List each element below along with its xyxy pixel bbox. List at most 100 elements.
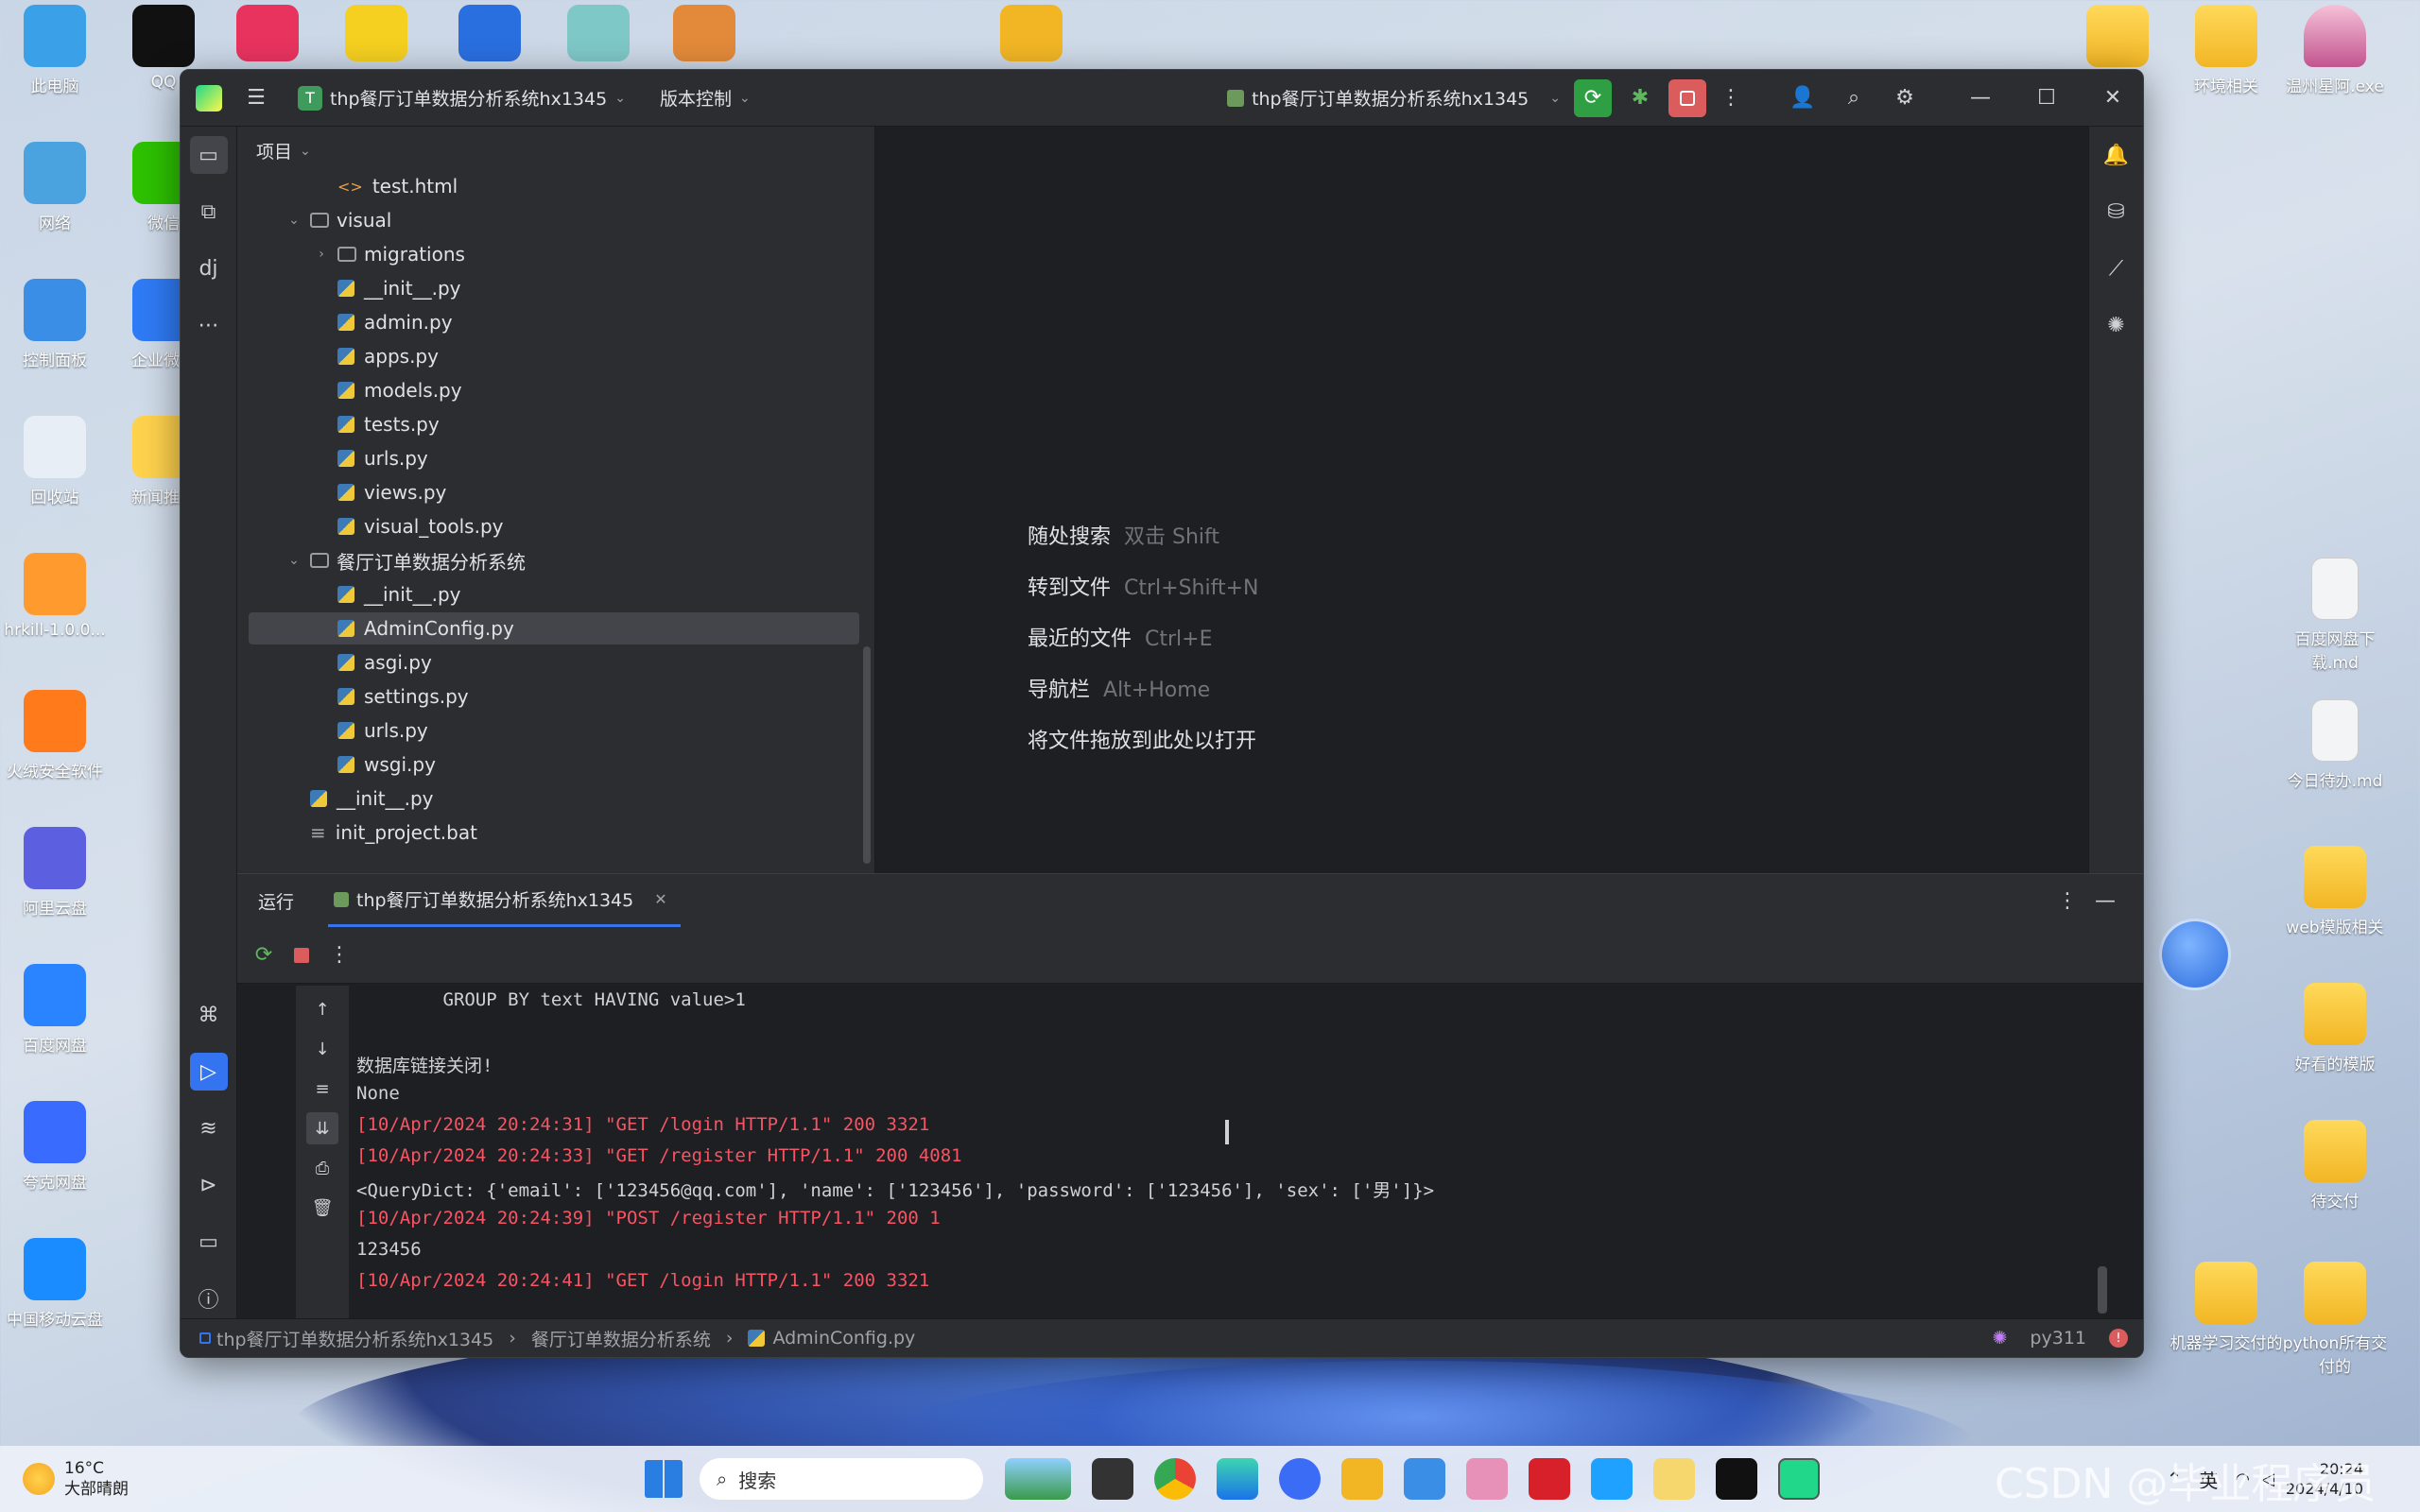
tree-folder[interactable]: › migrations xyxy=(249,238,859,270)
tree-file[interactable]: AdminConfig.py xyxy=(249,612,859,644)
error-indicator-icon[interactable]: ! xyxy=(2109,1329,2128,1348)
edge-icon[interactable] xyxy=(1217,1458,1258,1500)
scroll-up-icon[interactable]: ↑ xyxy=(306,993,338,1025)
breadcrumb-folder[interactable]: 餐厅订单数据分析系统 xyxy=(531,1326,711,1351)
services-icon[interactable]: ⊳ xyxy=(190,1166,228,1204)
close-button[interactable]: ✕ xyxy=(2094,79,2132,117)
tree-folder[interactable]: ⌄ visual xyxy=(249,204,859,236)
tree-file[interactable]: visual_tools.py xyxy=(249,510,859,542)
chevron-down-icon[interactable]: ⌄ xyxy=(285,213,302,228)
file-explorer-icon[interactable] xyxy=(1341,1458,1383,1500)
qq-icon[interactable] xyxy=(1716,1458,1757,1500)
scroll-to-end-icon[interactable]: ⇊ xyxy=(306,1112,338,1144)
django-structure-icon[interactable]: dj xyxy=(190,249,228,287)
app-icon[interactable] xyxy=(1466,1458,1508,1500)
tree-file[interactable]: __init__.py xyxy=(249,578,859,610)
more-tools-icon[interactable]: ⋯ xyxy=(190,306,228,344)
search-icon[interactable]: ⌕ xyxy=(1835,79,1873,117)
desktop-icon[interactable]: 阿里云盘 xyxy=(0,827,112,919)
taskbar-search[interactable]: ⌕ 搜索 xyxy=(700,1458,983,1500)
tree-file[interactable]: urls.py xyxy=(249,714,859,747)
desktop-icon[interactable]: 百度网盘 xyxy=(0,964,112,1056)
more-actions-icon[interactable]: ⋮ xyxy=(1712,79,1750,117)
more-options-icon[interactable]: ⋮ xyxy=(320,936,358,974)
desktop-icon[interactable]: web模版相关 xyxy=(2278,846,2392,937)
tree-file[interactable]: tests.py xyxy=(249,408,859,440)
ai-assistant-icon[interactable]: ✺ xyxy=(2098,306,2135,344)
clear-trash-icon[interactable]: 🗑 xyxy=(306,1192,338,1224)
tree-file[interactable]: models.py xyxy=(249,374,859,406)
desktop-icon[interactable]: 回收站 xyxy=(0,416,112,507)
desktop-icon[interactable]: 待交付 xyxy=(2278,1120,2392,1211)
debug-icon[interactable]: ✱ xyxy=(1621,79,1659,117)
desktop-icon[interactable]: 网络 xyxy=(0,142,112,233)
console-output[interactable]: GROUP BY text HAVING value>1 数据库链接关闭! None… xyxy=(349,986,2143,1321)
tree-file[interactable]: settings.py xyxy=(249,680,859,713)
tree-file[interactable]: views.py xyxy=(249,476,859,508)
python-console-icon[interactable]: ⌘ xyxy=(190,996,228,1034)
desktop-icon[interactable]: 环境相关 xyxy=(2169,5,2283,96)
desktop-icon[interactable]: 此电脑 xyxy=(0,5,112,96)
project-folder-icon[interactable]: ▭ xyxy=(189,136,228,174)
app-icon[interactable] xyxy=(458,5,521,61)
app-icon[interactable] xyxy=(567,5,630,61)
tree-file[interactable]: __init__.py xyxy=(249,782,859,815)
desktop-icon[interactable]: 温州星阿.exe xyxy=(2278,5,2392,96)
desktop-icon[interactable]: 好看的模版 xyxy=(2278,983,2392,1074)
close-tab-icon[interactable]: ✕ xyxy=(654,890,666,908)
problems-icon[interactable]: ⓘ xyxy=(190,1280,228,1317)
settings-gear-icon[interactable]: ⚙ xyxy=(1886,79,1924,117)
terminal-icon[interactable]: ▭ xyxy=(190,1223,228,1261)
database-icon[interactable]: ⛁ xyxy=(2098,193,2135,231)
desktop-icon[interactable]: hrkill-1.0.0... xyxy=(0,553,112,640)
console-scrollbar[interactable] xyxy=(2098,1266,2107,1314)
app-icon[interactable] xyxy=(673,5,735,61)
sciview-icon[interactable]: ⟋ xyxy=(2098,249,2135,287)
soft-wrap-icon[interactable]: ≡ xyxy=(306,1073,338,1105)
project-panel-header[interactable]: 项目 ⌄ xyxy=(256,138,311,163)
pycharm-icon[interactable] xyxy=(1778,1458,1820,1500)
tree-file[interactable]: ≡ init_project.bat xyxy=(249,816,859,849)
ai-status-icon[interactable]: ✺ xyxy=(1993,1328,2008,1349)
editor-empty-area[interactable]: 随处搜索 双击 Shift 转到文件 Ctrl+Shift+N 最近的文件 Ctrl+E 导… xyxy=(876,127,2088,930)
desktop-icon[interactable]: python所有交付的 xyxy=(2278,1262,2392,1377)
run-tab-active[interactable]: thp餐厅订单数据分析系统hx1345 ✕ xyxy=(328,874,681,927)
breadcrumb-project[interactable]: thp餐厅订单数据分析系统hx1345 xyxy=(216,1326,493,1351)
desktop-icon[interactable]: 夸克网盘 xyxy=(0,1101,112,1193)
breadcrumb-file[interactable]: AdminConfig.py xyxy=(772,1328,915,1349)
app-icon[interactable] xyxy=(1653,1458,1695,1500)
tree-scrollbar[interactable] xyxy=(863,646,871,864)
rerun-button[interactable]: ⟳ xyxy=(1574,78,1612,117)
desktop-icon[interactable]: 今日待办.md xyxy=(2278,699,2392,791)
vcs-widget[interactable]: 版本控制 ⌄ xyxy=(660,85,751,111)
main-menu-icon[interactable]: ☰ xyxy=(237,79,275,117)
scroll-down-icon[interactable]: ↓ xyxy=(306,1033,338,1065)
tree-file[interactable]: __init__.py xyxy=(249,272,859,304)
interpreter-label[interactable]: py311 xyxy=(2030,1328,2086,1349)
maximize-button[interactable]: ☐ xyxy=(2028,79,2066,117)
task-view-icon[interactable] xyxy=(1092,1458,1133,1500)
app-icon[interactable] xyxy=(345,5,407,61)
run-config-selector[interactable]: thp餐厅订单数据分析系统hx1345 ⌄ xyxy=(1227,85,1561,111)
desktop-icon[interactable]: 机器学习交付的 xyxy=(2169,1262,2283,1353)
tree-file[interactable]: urls.py xyxy=(249,442,859,474)
chrome-icon[interactable] xyxy=(1154,1458,1196,1500)
chevron-down-icon[interactable]: ⌄ xyxy=(285,553,302,568)
stop-icon[interactable] xyxy=(283,936,320,974)
print-icon[interactable]: ⎙ xyxy=(306,1152,338,1184)
run-tool-icon[interactable]: ▷ xyxy=(189,1053,228,1091)
app-icon[interactable] xyxy=(1591,1458,1633,1500)
app-icon[interactable] xyxy=(1529,1458,1570,1500)
desktop-icon[interactable]: 百度网盘下载.md xyxy=(2278,558,2392,673)
panel-options-icon[interactable]: ⋮ xyxy=(2048,882,2086,919)
app-icon[interactable] xyxy=(236,5,299,61)
desktop-icon[interactable]: 控制面板 xyxy=(0,279,112,370)
tree-file[interactable]: <> test.html xyxy=(249,170,859,202)
app-icon[interactable] xyxy=(1404,1458,1445,1500)
weather-scene-icon[interactable] xyxy=(1005,1458,1071,1500)
notifications-bell-icon[interactable]: 🔔 xyxy=(2098,136,2135,174)
start-button[interactable] xyxy=(645,1460,683,1498)
minimize-button[interactable]: — xyxy=(1962,79,1999,117)
tree-file[interactable]: admin.py xyxy=(249,306,859,338)
floating-assistant-icon[interactable] xyxy=(2159,919,2231,990)
